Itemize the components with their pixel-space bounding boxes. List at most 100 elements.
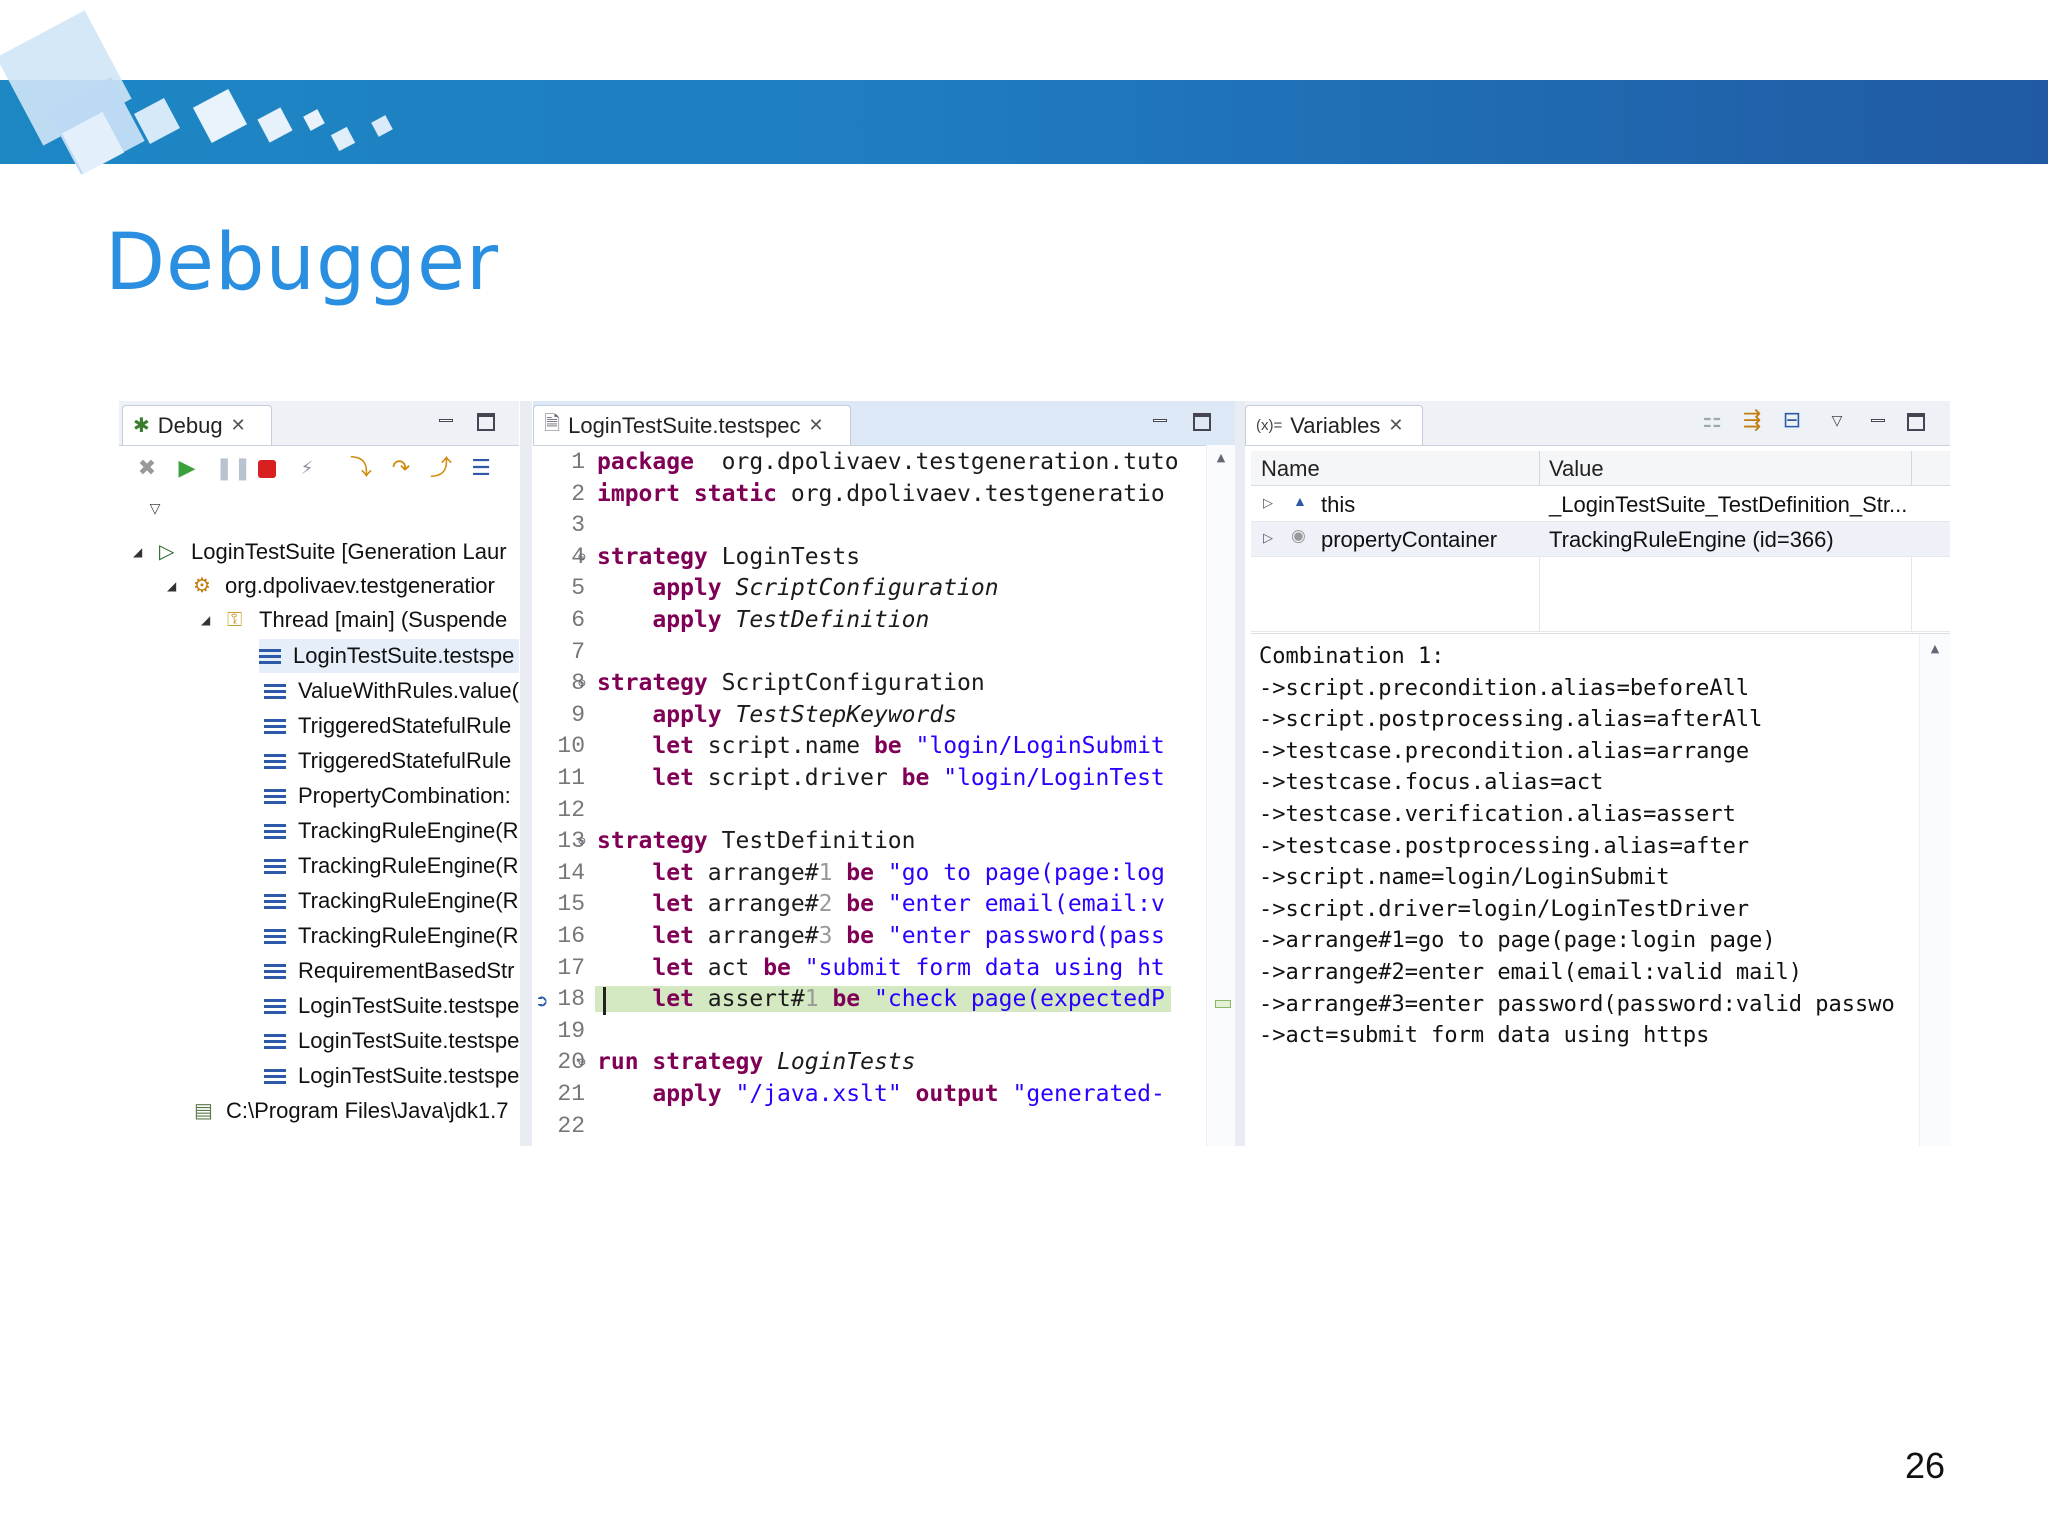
- keyword-token: be: [901, 765, 930, 791]
- variable-row[interactable]: ▷ ▲ this _LoginTestSuite_TestDefinition_…: [1251, 487, 1950, 522]
- scroll-up-icon[interactable]: ▲: [1920, 642, 1950, 655]
- code-line[interactable]: 19: [533, 1018, 1235, 1050]
- tab-debug[interactable]: ✱ Debug ✕: [122, 405, 272, 445]
- tree-item-process[interactable]: ▤ C:\Program Files\Java\jdk1.7: [194, 1094, 508, 1128]
- detail-line: ->testcase.focus.alias=act: [1259, 770, 1604, 796]
- close-icon[interactable]: ✕: [231, 415, 246, 436]
- stack-frame-item[interactable]: TrackingRuleEngine(R: [264, 814, 519, 848]
- collapse-icon[interactable]: ◢: [133, 545, 145, 559]
- stack-frame-item[interactable]: LoginTestSuite.testspe: [264, 1024, 519, 1058]
- code-line[interactable]: 2 import static org.dpolivaev.testgenerat…: [533, 481, 1235, 513]
- step-into-icon[interactable]: ⤵: [349, 457, 373, 481]
- code-line[interactable]: 20 ⊖ run strategy LoginTests: [533, 1049, 1235, 1081]
- code-token: 2: [818, 891, 833, 918]
- column-header-value[interactable]: Value: [1549, 456, 1604, 482]
- maximize-button[interactable]: [1193, 413, 1211, 431]
- stack-frame-item[interactable]: PropertyCombination:: [264, 779, 511, 813]
- code-line[interactable]: 10 let script.name be "login/LoginSubmit: [533, 733, 1235, 765]
- code-line[interactable]: 14 let arrange#1 be "go to page(page:log: [533, 860, 1235, 892]
- scroll-up-icon[interactable]: ▲: [1207, 451, 1235, 464]
- stack-frame-item[interactable]: LoginTestSuite.testspe: [264, 1059, 519, 1093]
- stack-frame-item[interactable]: LoginTestSuite.testspe: [264, 989, 519, 1023]
- expand-icon[interactable]: ▷: [1263, 495, 1273, 511]
- code-line[interactable]: 8 ⊖ strategy ScriptConfiguration: [533, 670, 1235, 702]
- keyword-token: be: [846, 923, 874, 949]
- variables-tabbar: (x)= Variables ✕ ⚏ ⇶ ⊟ ▽: [1245, 401, 1950, 446]
- tree-item-target[interactable]: ◢ ⚙ org.dpolivaev.testgeneratior: [167, 569, 495, 603]
- code-line[interactable]: 7: [533, 639, 1235, 671]
- column-divider[interactable]: [1911, 451, 1912, 485]
- show-type-names-icon[interactable]: ⚏: [1700, 409, 1724, 433]
- code-area[interactable]: 1 package org.dpolivaev.testgeneration.tu…: [533, 445, 1235, 1146]
- maximize-button[interactable]: [477, 413, 495, 431]
- code-line[interactable]: 5 apply ScriptConfiguration: [533, 575, 1235, 607]
- step-return-icon[interactable]: ⤴: [429, 457, 453, 481]
- stack-frame-item[interactable]: TriggeredStatefulRule: [264, 709, 511, 743]
- disconnect-icon[interactable]: ⚡: [295, 457, 319, 481]
- minimize-button[interactable]: [437, 413, 455, 431]
- collapse-icon[interactable]: ◢: [201, 613, 213, 627]
- stack-frame-item[interactable]: TrackingRuleEngine(R: [264, 919, 519, 953]
- stack-frame-item[interactable]: RequirementBasedStr: [264, 954, 514, 988]
- fold-icon[interactable]: ⊖: [578, 676, 586, 691]
- maximize-button[interactable]: [1907, 413, 1925, 431]
- code-line[interactable]: 12: [533, 797, 1235, 829]
- keyword-token: let: [652, 986, 694, 1013]
- step-over-icon[interactable]: ↷: [389, 457, 413, 481]
- variable-detail-pane[interactable]: Combination 1: ->script.precondition.alia…: [1251, 633, 1950, 1146]
- tab-variables[interactable]: (x)= Variables ✕: [1245, 405, 1423, 445]
- fold-icon[interactable]: ⊖: [578, 1055, 586, 1070]
- minimize-button[interactable]: [1151, 413, 1169, 431]
- fold-icon[interactable]: ⊖: [578, 550, 586, 565]
- expand-icon[interactable]: ▷: [1263, 530, 1273, 546]
- code-line[interactable]: 3: [533, 512, 1235, 544]
- terminate-icon[interactable]: [255, 457, 279, 481]
- vertical-scrollbar[interactable]: ▲: [1206, 445, 1235, 1146]
- code-line[interactable]: 15 let arrange#2 be "enter email(email:v: [533, 891, 1235, 923]
- suspend-icon[interactable]: ❚❚: [215, 457, 252, 481]
- minimize-button[interactable]: [1869, 413, 1887, 431]
- drop-to-frame-icon[interactable]: ☰: [469, 457, 493, 481]
- string-token: "enter email(email:v: [887, 891, 1165, 918]
- vertical-scrollbar[interactable]: ▲: [1919, 634, 1950, 1146]
- code-line[interactable]: 9 apply TestStepKeywords: [533, 702, 1235, 734]
- tree-item-launch[interactable]: ◢ ▷ LoginTestSuite [Generation Laur: [133, 535, 507, 569]
- collapse-all-icon[interactable]: ⊟: [1780, 409, 1804, 433]
- overview-marker[interactable]: [1215, 1000, 1231, 1008]
- remove-terminated-icon[interactable]: ✖: [135, 457, 159, 481]
- stack-frame-item[interactable]: TriggeredStatefulRule: [264, 744, 511, 778]
- close-icon[interactable]: ✕: [808, 415, 823, 436]
- stack-frame-item[interactable]: TrackingRuleEngine(R: [264, 884, 519, 918]
- close-icon[interactable]: ✕: [1388, 415, 1403, 436]
- tree-item-thread[interactable]: ◢ ⚿ Thread [main] (Suspende: [201, 603, 507, 637]
- collapse-icon[interactable]: ◢: [167, 579, 179, 593]
- code-line[interactable]: 18 let assert#1 be "check page(expectedP: [533, 986, 1235, 1018]
- keyword-token: let: [652, 923, 694, 949]
- view-menu-chevron-icon[interactable]: ▽: [1825, 409, 1849, 433]
- show-logical-structure-icon[interactable]: ⇶: [1740, 409, 1764, 433]
- stack-frame-icon: [259, 648, 281, 664]
- stack-frame-item[interactable]: ValueWithRules.value(: [264, 674, 519, 708]
- stack-frame-item[interactable]: TrackingRuleEngine(R: [264, 849, 519, 883]
- tab-editor-file[interactable]: 🗎 LoginTestSuite.testspec ✕: [533, 405, 851, 445]
- view-menu-chevron-icon[interactable]: ▽: [143, 497, 167, 521]
- code-line[interactable]: 4 ⊖ strategy LoginTests: [533, 544, 1235, 576]
- code-line[interactable]: 11 let script.driver be "login/LoginTest: [533, 765, 1235, 797]
- stack-frame-item[interactable]: LoginTestSuite.testspe: [259, 639, 519, 673]
- code-line[interactable]: 6 apply TestDefinition: [533, 607, 1235, 639]
- resume-icon[interactable]: ▶: [175, 457, 199, 481]
- code-line[interactable]: 1 package org.dpolivaev.testgeneration.tu…: [533, 449, 1235, 481]
- fold-icon[interactable]: ⊖: [578, 834, 586, 849]
- variable-row[interactable]: ▷ ◉ propertyContainer TrackingRuleEngine…: [1251, 522, 1950, 557]
- code-line[interactable]: 16 let arrange#3 be "enter password(pass: [533, 923, 1235, 955]
- code-line[interactable]: 22: [533, 1113, 1235, 1145]
- column-divider[interactable]: [1539, 451, 1540, 485]
- code-line[interactable]: 13 ⊖ strategy TestDefinition: [533, 828, 1235, 860]
- panel-divider[interactable]: [520, 401, 532, 1146]
- column-header-name[interactable]: Name: [1261, 456, 1320, 482]
- keyword-token: be: [846, 891, 874, 918]
- code-line[interactable]: 17 let act be "submit form data using ht: [533, 955, 1235, 987]
- panel-divider[interactable]: [1235, 401, 1245, 1146]
- code-line[interactable]: 21 apply "/java.xslt" output "generated-: [533, 1081, 1235, 1113]
- keyword-token: apply: [652, 607, 722, 633]
